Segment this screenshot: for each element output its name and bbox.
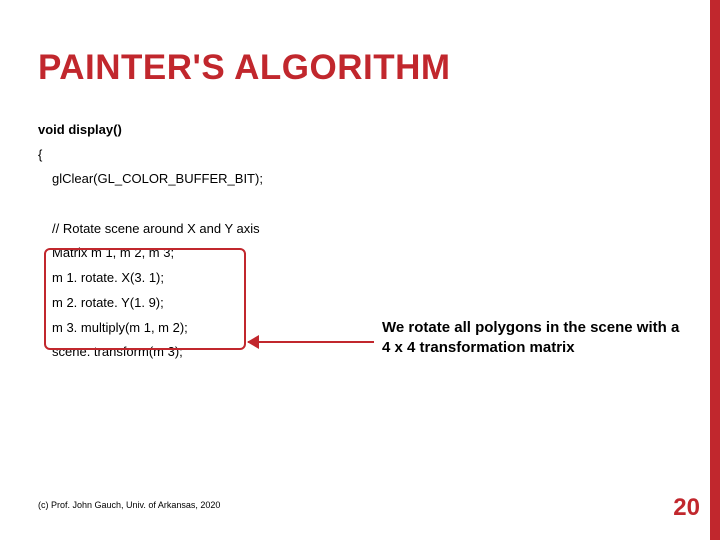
- footer-copyright: (c) Prof. John Gauch, Univ. of Arkansas,…: [38, 500, 220, 510]
- code-line: glClear(GL_COLOR_BUFFER_BIT);: [38, 167, 263, 192]
- page-number: 20: [673, 494, 700, 522]
- annotation-text: We rotate all polygons in the scene with…: [382, 318, 682, 359]
- accent-bar: [710, 0, 720, 540]
- code-line: // Rotate scene around X and Y axis: [38, 217, 263, 242]
- slide-title: PAINTER'S ALGORITHM: [38, 48, 451, 88]
- code-blank: [38, 192, 263, 217]
- highlight-box: [44, 248, 246, 350]
- arrow-head-icon: [247, 335, 259, 349]
- arrow-line: [248, 341, 374, 343]
- code-brace-open: {: [38, 147, 42, 162]
- code-signature: void display(): [38, 122, 122, 137]
